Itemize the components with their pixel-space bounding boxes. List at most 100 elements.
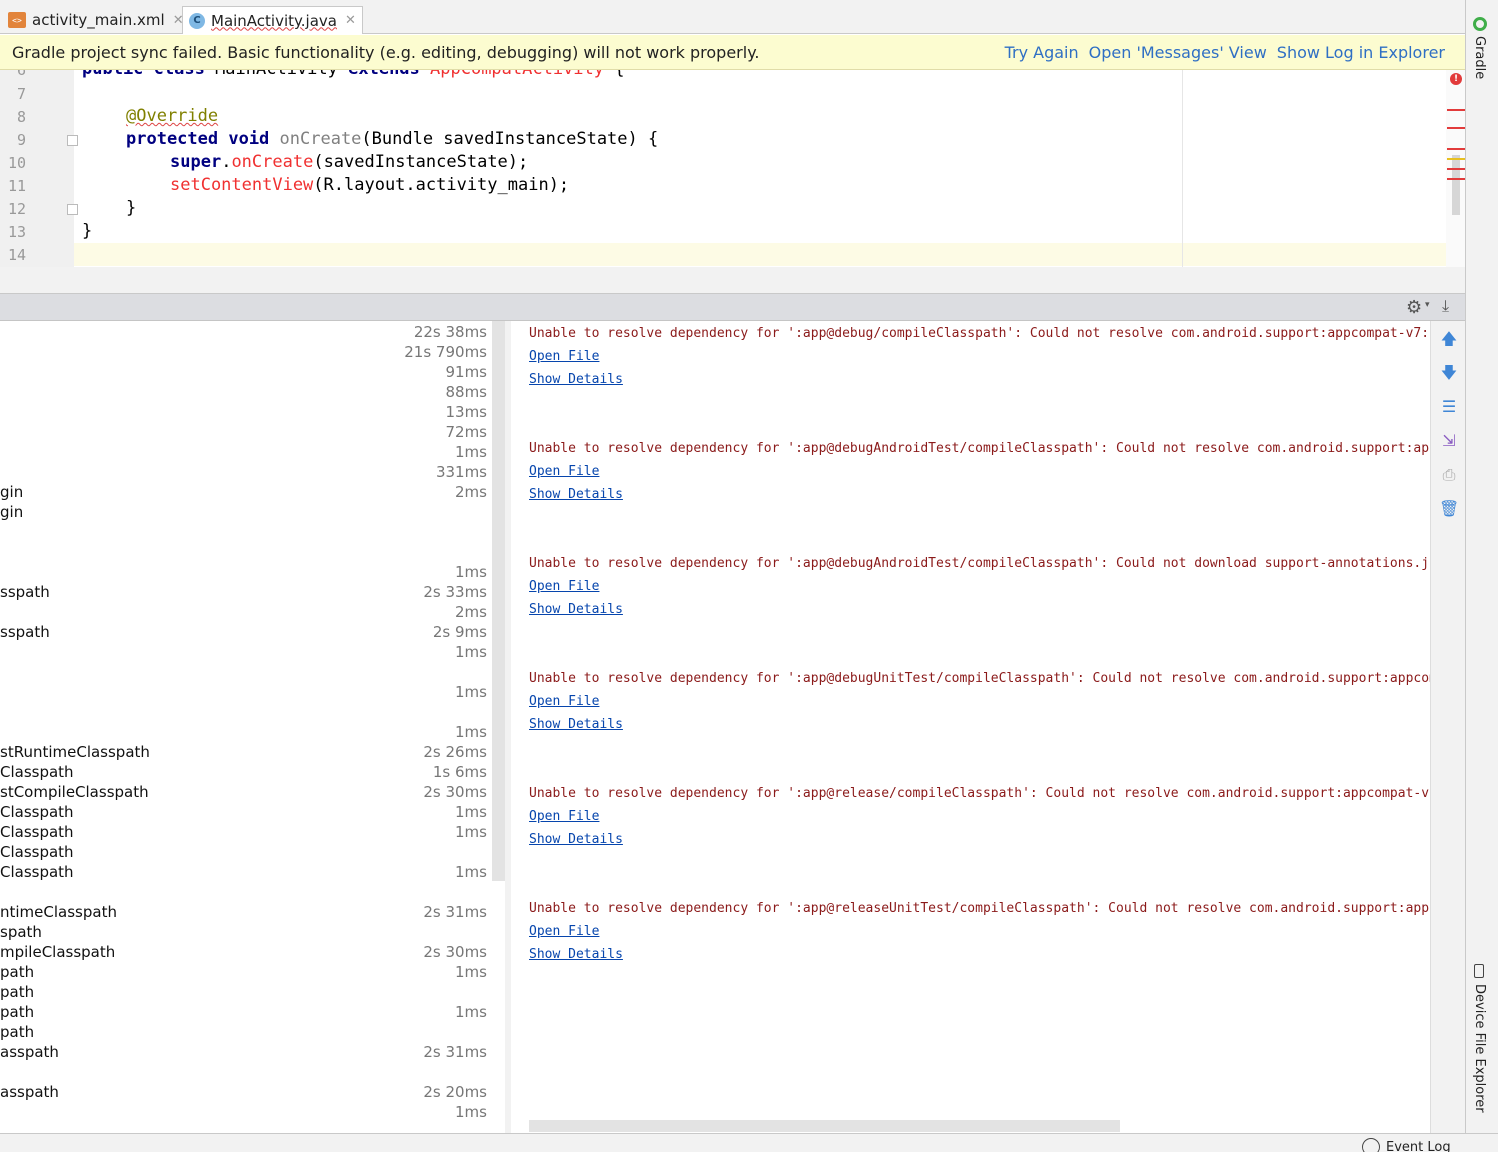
build-tree[interactable]: 22s 38ms 21s 790ms 91ms 88ms 13ms 72ms 1ms 331m… [0, 321, 492, 1133]
show-log-in-explorer-link[interactable]: Show Log in Explorer [1277, 43, 1445, 62]
tree-row[interactable]: Classpath 1ms [0, 823, 490, 843]
code-line-13: } [82, 221, 93, 241]
tree-row[interactable]: gin [0, 503, 490, 523]
error-message-block: Unable to resolve dependency for ':app@r… [529, 899, 1430, 965]
open-file-link[interactable]: Open File [529, 692, 599, 712]
tree-row[interactable]: 2ms [0, 603, 490, 623]
tree-row[interactable] [0, 1063, 490, 1083]
tree-row[interactable] [0, 703, 490, 723]
open-file-link[interactable]: Open File [529, 462, 599, 482]
tree-row[interactable]: path 1ms [0, 1003, 490, 1023]
tree-row[interactable]: sspath 2s 9ms [0, 623, 490, 643]
chevron-down-icon[interactable]: ▾ [1425, 300, 1430, 310]
keyword: super [170, 152, 222, 172]
show-details-link[interactable]: Show Details [529, 485, 623, 505]
tree-row[interactable]: 22s 38ms [0, 323, 490, 343]
code-editor[interactable]: 6 7 8 9 10 11 12 13 14 public class Main… [0, 70, 1446, 267]
tree-row[interactable]: 1ms [0, 563, 490, 583]
tree-row-time: 2ms [455, 483, 487, 501]
error-mark[interactable] [1447, 109, 1465, 111]
open-file-link[interactable]: Open File [529, 922, 599, 942]
tree-row[interactable]: ntimeClasspath 2s 31ms [0, 903, 490, 923]
tree-row-time: 22s 38ms [413, 323, 487, 341]
tree-row[interactable]: 13ms [0, 403, 490, 423]
tree-row-time: 72ms [445, 423, 487, 441]
tree-row[interactable]: 1ms [0, 643, 490, 663]
tree-row-time: 2s 33ms [423, 583, 487, 601]
tree-row[interactable] [0, 883, 490, 903]
open-file-link[interactable]: Open File [529, 347, 599, 367]
code-text: (savedInstanceState); [313, 152, 529, 172]
scroll-to-end-icon[interactable]: ⇲ [1439, 431, 1459, 451]
open-file-link[interactable]: Open File [529, 577, 599, 597]
tree-row[interactable]: 331ms [0, 463, 490, 483]
show-details-link[interactable]: Show Details [529, 945, 623, 965]
tree-row[interactable]: Classpath 1ms [0, 803, 490, 823]
show-details-link[interactable]: Show Details [529, 600, 623, 620]
device-file-explorer-tool-button[interactable]: Device File Explorer [1472, 984, 1487, 1113]
close-icon[interactable]: ✕ [345, 13, 356, 28]
tree-row[interactable]: 1ms [0, 723, 490, 743]
tree-row[interactable] [0, 523, 490, 543]
trash-icon[interactable]: 🗑 [1439, 499, 1459, 519]
error-mark[interactable] [1447, 168, 1465, 170]
arrow-up-icon[interactable]: 🡅 [1439, 329, 1459, 349]
gear-icon[interactable]: ⚙ [1406, 297, 1422, 318]
banner-message: Gradle project sync failed. Basic functi… [12, 42, 760, 62]
tree-row-label: ntimeClasspath [0, 903, 117, 921]
tree-row[interactable]: Classpath 1ms [0, 863, 490, 883]
tree-row[interactable]: 1ms [0, 443, 490, 463]
tree-row[interactable]: asspath 2s 31ms [0, 1043, 490, 1063]
fold-marker[interactable] [67, 204, 78, 215]
code-text: { [604, 70, 624, 79]
status-bar: Event Log [0, 1133, 1498, 1152]
tab-activity-main-xml[interactable]: <> activity_main.xml ✕ [2, 6, 190, 34]
code-line-6: public class MainActivity extends AppCom… [82, 70, 625, 79]
tree-row[interactable]: 72ms [0, 423, 490, 443]
hide-panel-icon[interactable]: ⤓ [1442, 296, 1449, 316]
tree-row[interactable]: spath [0, 923, 490, 943]
tree-row[interactable]: mpileClasspath 2s 30ms [0, 943, 490, 963]
tree-row[interactable] [0, 663, 490, 683]
tree-row[interactable]: sspath 2s 33ms [0, 583, 490, 603]
show-details-link[interactable]: Show Details [529, 370, 623, 390]
show-details-link[interactable]: Show Details [529, 830, 623, 850]
messages-horizontal-scrollbar[interactable] [529, 1120, 1120, 1132]
tree-row[interactable]: 91ms [0, 363, 490, 383]
event-log-button[interactable]: Event Log [1362, 1138, 1451, 1152]
stripe-scroll-thumb[interactable] [1452, 155, 1460, 215]
warning-mark[interactable] [1447, 158, 1465, 160]
fold-marker[interactable] [67, 135, 78, 146]
tab-main-activity-java[interactable]: C MainActivity.java ✕ [182, 6, 363, 34]
tree-row[interactable]: 1ms [0, 1103, 490, 1123]
error-mark[interactable] [1447, 127, 1465, 129]
tree-row[interactable]: stRuntimeClasspath 2s 26ms [0, 743, 490, 763]
tree-scrollbar[interactable] [492, 321, 505, 881]
tree-row[interactable]: path 1ms [0, 963, 490, 983]
tree-row[interactable] [0, 543, 490, 563]
tree-row[interactable]: path [0, 983, 490, 1003]
tree-row[interactable]: stCompileClasspath 2s 30ms [0, 783, 490, 803]
tree-row[interactable]: gin 2ms [0, 483, 490, 503]
try-again-link[interactable]: Try Again [1005, 43, 1079, 62]
tree-row[interactable]: asspath 2s 20ms [0, 1083, 490, 1103]
open-messages-view-link[interactable]: Open 'Messages' View [1089, 43, 1267, 62]
tree-row[interactable]: Classpath 1s 6ms [0, 763, 490, 783]
tree-row[interactable]: 88ms [0, 383, 490, 403]
show-details-link[interactable]: Show Details [529, 715, 623, 735]
tree-row[interactable]: 1ms [0, 683, 490, 703]
error-indicator-icon[interactable]: ! [1450, 73, 1462, 85]
tree-row[interactable]: path [0, 1023, 490, 1043]
tree-row-time: 91ms [445, 363, 487, 381]
tree-row-time: 1ms [455, 563, 487, 581]
gradle-tool-button[interactable]: Gradle [1472, 36, 1487, 79]
print-icon[interactable]: ⎙ [1439, 465, 1459, 485]
open-file-link[interactable]: Open File [529, 807, 599, 827]
error-mark[interactable] [1447, 178, 1465, 180]
tree-row[interactable]: Classpath [0, 843, 490, 863]
tree-row[interactable]: 21s 790ms [0, 343, 490, 363]
arrow-down-icon[interactable]: 🡇 [1439, 363, 1459, 383]
tree-row-time: 2ms [455, 603, 487, 621]
soft-wrap-icon[interactable]: ☰ [1439, 397, 1459, 417]
error-mark[interactable] [1447, 148, 1465, 150]
